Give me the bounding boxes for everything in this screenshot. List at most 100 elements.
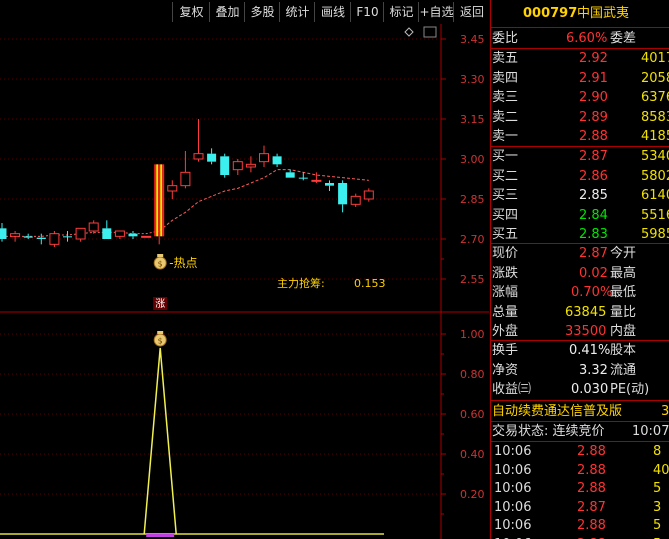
fund-label-2: PE(动): [610, 382, 650, 398]
quote-label: 现价: [492, 246, 519, 261]
buy-volume: 6140: [641, 188, 669, 204]
candle-body: [298, 177, 308, 179]
price-axis-label: 2.55: [460, 273, 485, 286]
candle-body: [88, 222, 99, 232]
sell-price: 2.88: [579, 129, 608, 145]
promo-text: 自动续费通达信普及版: [492, 404, 623, 419]
quote-row: 涨幅 0.70% 最低: [491, 283, 669, 302]
main-force-value: 0.153: [354, 277, 386, 290]
candle-body: [325, 183, 334, 186]
sell-volume: 4017: [641, 51, 669, 66]
toolbar-button-3[interactable]: 统计: [279, 2, 315, 22]
kline-chart[interactable]: 3.45 3.30 3.15 3.00 2.85 2.70 2.55 1.00 0.80 0.6…: [0, 0, 489, 539]
tick-price: 2.88: [577, 535, 606, 539]
candle-body: [49, 233, 60, 245]
toolbar-button-7[interactable]: +自选: [418, 2, 454, 22]
candle-body: [36, 237, 46, 239]
buy-volume: 5985: [641, 227, 669, 243]
weibi-value: 6.60%: [566, 31, 608, 46]
toolbar-button-6[interactable]: 标记: [383, 2, 419, 22]
promo-row: 自动续费通达信普及版 30: [491, 402, 669, 421]
sell-label: 卖四: [492, 70, 519, 86]
candle-body: [363, 190, 374, 200]
weibi-row: 委比 6.60% 委差: [491, 29, 669, 48]
tick-time: 10:06: [494, 518, 532, 533]
tick-row: 10:06 2.87 3: [491, 498, 669, 517]
tick-row: 10:06 2.88 8: [491, 442, 669, 461]
candle-body: [338, 183, 348, 205]
sell-level: 卖四 2.91 2058: [491, 69, 669, 88]
buy-price: 2.84: [579, 207, 608, 223]
indicator-axis-label: 1.00: [460, 328, 485, 341]
tick-volume: 5: [653, 481, 662, 496]
quote-label: 涨跌: [492, 265, 519, 281]
tick-row: 10:06 2.88 5: [491, 535, 669, 539]
quote-label-2: 最高: [610, 265, 637, 281]
toolbar-button-5[interactable]: F10: [350, 2, 384, 22]
buy-label: 买三: [492, 188, 519, 204]
sell-level: 卖一 2.88 4185: [491, 127, 669, 146]
candle-body: [350, 195, 361, 205]
quote-label: 外盘: [492, 324, 519, 340]
candle-body: [311, 179, 322, 182]
quote-value: 63845: [565, 304, 607, 320]
tick-volume: 8: [653, 444, 662, 459]
toolbar-button-2[interactable]: 多股: [244, 2, 280, 22]
buy-level: 买三 2.85 6140: [491, 186, 669, 205]
buy-price: 2.87: [579, 149, 608, 164]
buy-price: 2.83: [579, 227, 608, 243]
sell-price: 2.90: [579, 90, 608, 106]
svg-text:$: $: [158, 260, 163, 269]
sell-level: 卖二 2.89 8583: [491, 108, 669, 127]
toolbar-button-4[interactable]: 画线: [314, 2, 351, 22]
quote-label-2: 内盘: [610, 324, 637, 340]
buy-volume: 5340: [641, 149, 669, 164]
sell-level: 卖三 2.90 6376: [491, 88, 669, 107]
candle-body: [102, 228, 112, 239]
candle-body: [193, 153, 204, 160]
fund-label-2: 流通: [610, 362, 637, 378]
limit-up-badge: 涨: [153, 297, 168, 310]
fund-label-2: 股本: [610, 343, 637, 358]
quote-row: 外盘 33500 内盘: [491, 322, 669, 341]
fund-value: 3.32: [579, 362, 608, 378]
indicator-bar: [146, 534, 175, 537]
limit-up-candle: [154, 164, 165, 237]
quote-label: 涨幅: [492, 285, 519, 301]
quote-label-2: 今开: [610, 246, 637, 261]
panel-separator: [491, 400, 669, 401]
toolbar-button-0[interactable]: 复权: [172, 2, 210, 22]
quote-value: 0.02: [579, 265, 608, 281]
tick-price: 2.87: [577, 499, 606, 515]
buy-price: 2.86: [579, 168, 608, 184]
sell-label: 卖三: [492, 90, 519, 106]
panel-separator: [491, 27, 669, 28]
quote-label-2: 量比: [610, 304, 637, 320]
toolbar-button-1[interactable]: 叠加: [209, 2, 245, 22]
sell-label: 卖一: [492, 129, 519, 145]
candle-body: [141, 235, 152, 238]
buy-label: 买一: [492, 149, 519, 164]
candle-body: [128, 233, 138, 237]
buy-volume: 5516: [641, 207, 669, 223]
fund-value: 0.41%: [569, 343, 611, 358]
sell-label: 卖五: [492, 51, 519, 66]
toolbar-button-8[interactable]: 返回: [453, 2, 490, 22]
candle-body: [245, 163, 256, 168]
quote-value: 0.70%: [571, 285, 613, 301]
sell-volume: 4185: [641, 129, 669, 145]
quote-value: 2.87: [579, 246, 608, 261]
indicator-axis-label: 0.80: [460, 368, 485, 381]
candle-body: [180, 171, 191, 187]
sell-volume: 2058: [641, 70, 669, 86]
price-axis-label: 2.85: [460, 193, 485, 206]
tick-time: 10:06: [494, 535, 531, 539]
indicator-axis-label: 0.60: [460, 408, 485, 421]
sell-volume: 8583: [641, 109, 669, 125]
fund-value: 0.030: [571, 382, 609, 398]
candle-body: [259, 153, 269, 163]
buy-level: 买四 2.84 5516: [491, 206, 669, 225]
tick-price: 2.88: [577, 462, 606, 478]
tick-time: 10:06: [494, 462, 532, 478]
tick-time: 10:06: [494, 499, 532, 515]
